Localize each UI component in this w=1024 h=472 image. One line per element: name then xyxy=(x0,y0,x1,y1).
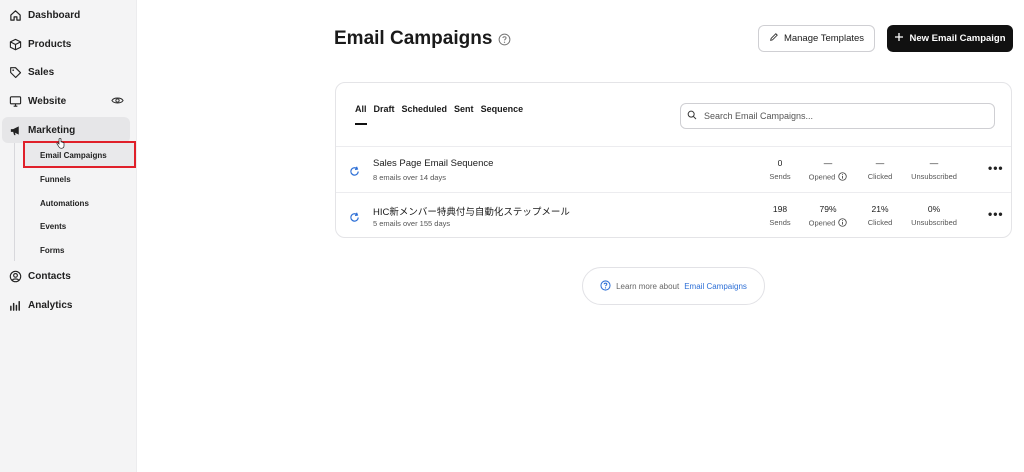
button-label: New Email Campaign xyxy=(909,33,1006,44)
more-options-icon[interactable]: ••• xyxy=(988,208,1004,220)
stat-value: 79% xyxy=(819,204,837,214)
tab-draft[interactable]: Draft xyxy=(374,104,395,118)
stat-value: — xyxy=(875,158,885,168)
stat-value: — xyxy=(823,158,833,168)
sidebar-item-label: Contacts xyxy=(28,270,71,282)
stat-label-wrap: Opened xyxy=(798,172,858,183)
campaign-schedule: 8 emails over 14 days xyxy=(373,173,446,182)
box-icon xyxy=(8,37,22,51)
monitor-icon xyxy=(8,94,22,108)
search-box[interactable] xyxy=(680,103,995,129)
sidebar-item-label: Products xyxy=(28,38,72,50)
stat-value: 198 xyxy=(772,204,788,214)
tag-icon xyxy=(8,65,22,79)
stat-label: Unsubscribed xyxy=(911,218,957,227)
new-email-campaign-button[interactable]: New Email Campaign xyxy=(887,25,1013,52)
sidebar-item-label: Sales xyxy=(28,66,55,78)
sidebar-item-analytics[interactable]: Analytics xyxy=(2,292,130,318)
table-row[interactable]: Sales Page Email Sequence 8 emails over … xyxy=(336,146,1011,192)
submenu-line xyxy=(14,143,15,261)
tab-scheduled[interactable]: Scheduled xyxy=(402,104,448,118)
sidebar-item-label: Analytics xyxy=(28,299,73,311)
stat-unsubscribed: 0% Unsubscribed xyxy=(904,204,964,227)
campaign-name[interactable]: Sales Page Email Sequence xyxy=(373,158,493,169)
sidebar-item-contacts[interactable]: Contacts xyxy=(2,263,130,289)
campaigns-card: All Draft Scheduled Sent Sequence Sales … xyxy=(335,82,1012,238)
subitem-label: Events xyxy=(40,221,67,231)
stat-label: Unsubscribed xyxy=(911,172,957,181)
button-label: Manage Templates xyxy=(783,33,865,44)
page-title-text: Email Campaigns xyxy=(334,28,493,49)
manage-templates-button[interactable]: Manage Templates xyxy=(758,25,875,52)
stat-value: 21% xyxy=(871,204,889,214)
campaign-schedule: 5 emails over 155 days xyxy=(373,219,451,228)
stat-label: Opened xyxy=(808,172,836,182)
sidebar-item-website[interactable]: Website xyxy=(2,88,130,114)
learn-more-text: Learn more about xyxy=(616,281,680,291)
stat-label: Clicked xyxy=(867,218,893,227)
sidebar-subitem-funnels[interactable]: Funnels xyxy=(24,167,136,191)
tab-sent[interactable]: Sent xyxy=(454,104,474,118)
sidebar-item-label: Marketing xyxy=(28,124,76,136)
sidebar-item-label: Website xyxy=(28,95,67,107)
plus-icon xyxy=(894,32,904,45)
home-icon xyxy=(8,8,22,22)
subitem-label: Automations xyxy=(40,198,89,208)
sidebar-item-marketing[interactable]: Marketing xyxy=(2,117,130,143)
stat-value: 0 xyxy=(777,158,783,168)
stat-label: Clicked xyxy=(867,172,893,181)
page-title: Email Campaigns xyxy=(334,28,511,50)
search-icon xyxy=(687,107,697,125)
sidebar-subitem-automations[interactable]: Automations xyxy=(24,191,136,215)
table-row[interactable]: HIC新メンバー特典付与自動化ステップメール 5 emails over 155… xyxy=(336,192,1011,238)
sidebar-item-sales[interactable]: Sales xyxy=(2,59,130,85)
sidebar-subitem-events[interactable]: Events xyxy=(24,214,136,238)
more-options-icon[interactable]: ••• xyxy=(988,162,1004,174)
tab-sequence[interactable]: Sequence xyxy=(481,104,524,118)
stat-clicked: — Clicked xyxy=(850,158,910,181)
info-icon[interactable] xyxy=(838,172,848,183)
highlight-box xyxy=(23,141,136,168)
sidebar-subitem-forms[interactable]: Forms xyxy=(24,238,136,262)
search-input[interactable] xyxy=(702,110,986,122)
help-circle-icon xyxy=(600,279,611,293)
stat-opened: — Opened xyxy=(798,158,858,183)
info-icon[interactable] xyxy=(838,218,848,229)
stat-opened: 79% Opened xyxy=(798,204,858,229)
refresh-icon xyxy=(349,164,360,182)
bar-chart-icon xyxy=(8,298,22,312)
sidebar-item-label: Dashboard xyxy=(28,9,81,21)
subitem-label: Forms xyxy=(40,245,65,255)
sidebar-item-dashboard[interactable]: Dashboard xyxy=(2,2,130,28)
stat-clicked: 21% Clicked xyxy=(850,204,910,227)
pencil-icon xyxy=(769,32,779,45)
refresh-icon xyxy=(349,210,360,228)
stat-unsubscribed: — Unsubscribed xyxy=(904,158,964,181)
user-circle-icon xyxy=(8,269,22,283)
help-circle-icon[interactable] xyxy=(498,33,511,46)
tab-all[interactable]: All xyxy=(355,104,367,125)
stat-value: — xyxy=(929,158,939,168)
filter-tabs: All Draft Scheduled Sent Sequence xyxy=(355,104,524,125)
eye-icon[interactable] xyxy=(111,94,124,110)
campaign-name[interactable]: HIC新メンバー特典付与自動化ステップメール xyxy=(373,204,570,218)
subitem-label: Funnels xyxy=(40,174,71,184)
sidebar-item-products[interactable]: Products xyxy=(2,31,130,57)
megaphone-icon xyxy=(8,123,22,137)
sidebar: Dashboard Products Sales Website Marketi… xyxy=(0,0,137,472)
stat-value: 0% xyxy=(927,204,941,214)
learn-more-link[interactable]: Email Campaigns xyxy=(684,282,747,291)
stat-label: Opened xyxy=(808,218,836,228)
stat-label-wrap: Opened xyxy=(798,218,858,229)
hand-cursor-icon xyxy=(56,136,65,154)
learn-more-pill[interactable]: Learn more about Email Campaigns xyxy=(582,267,765,305)
